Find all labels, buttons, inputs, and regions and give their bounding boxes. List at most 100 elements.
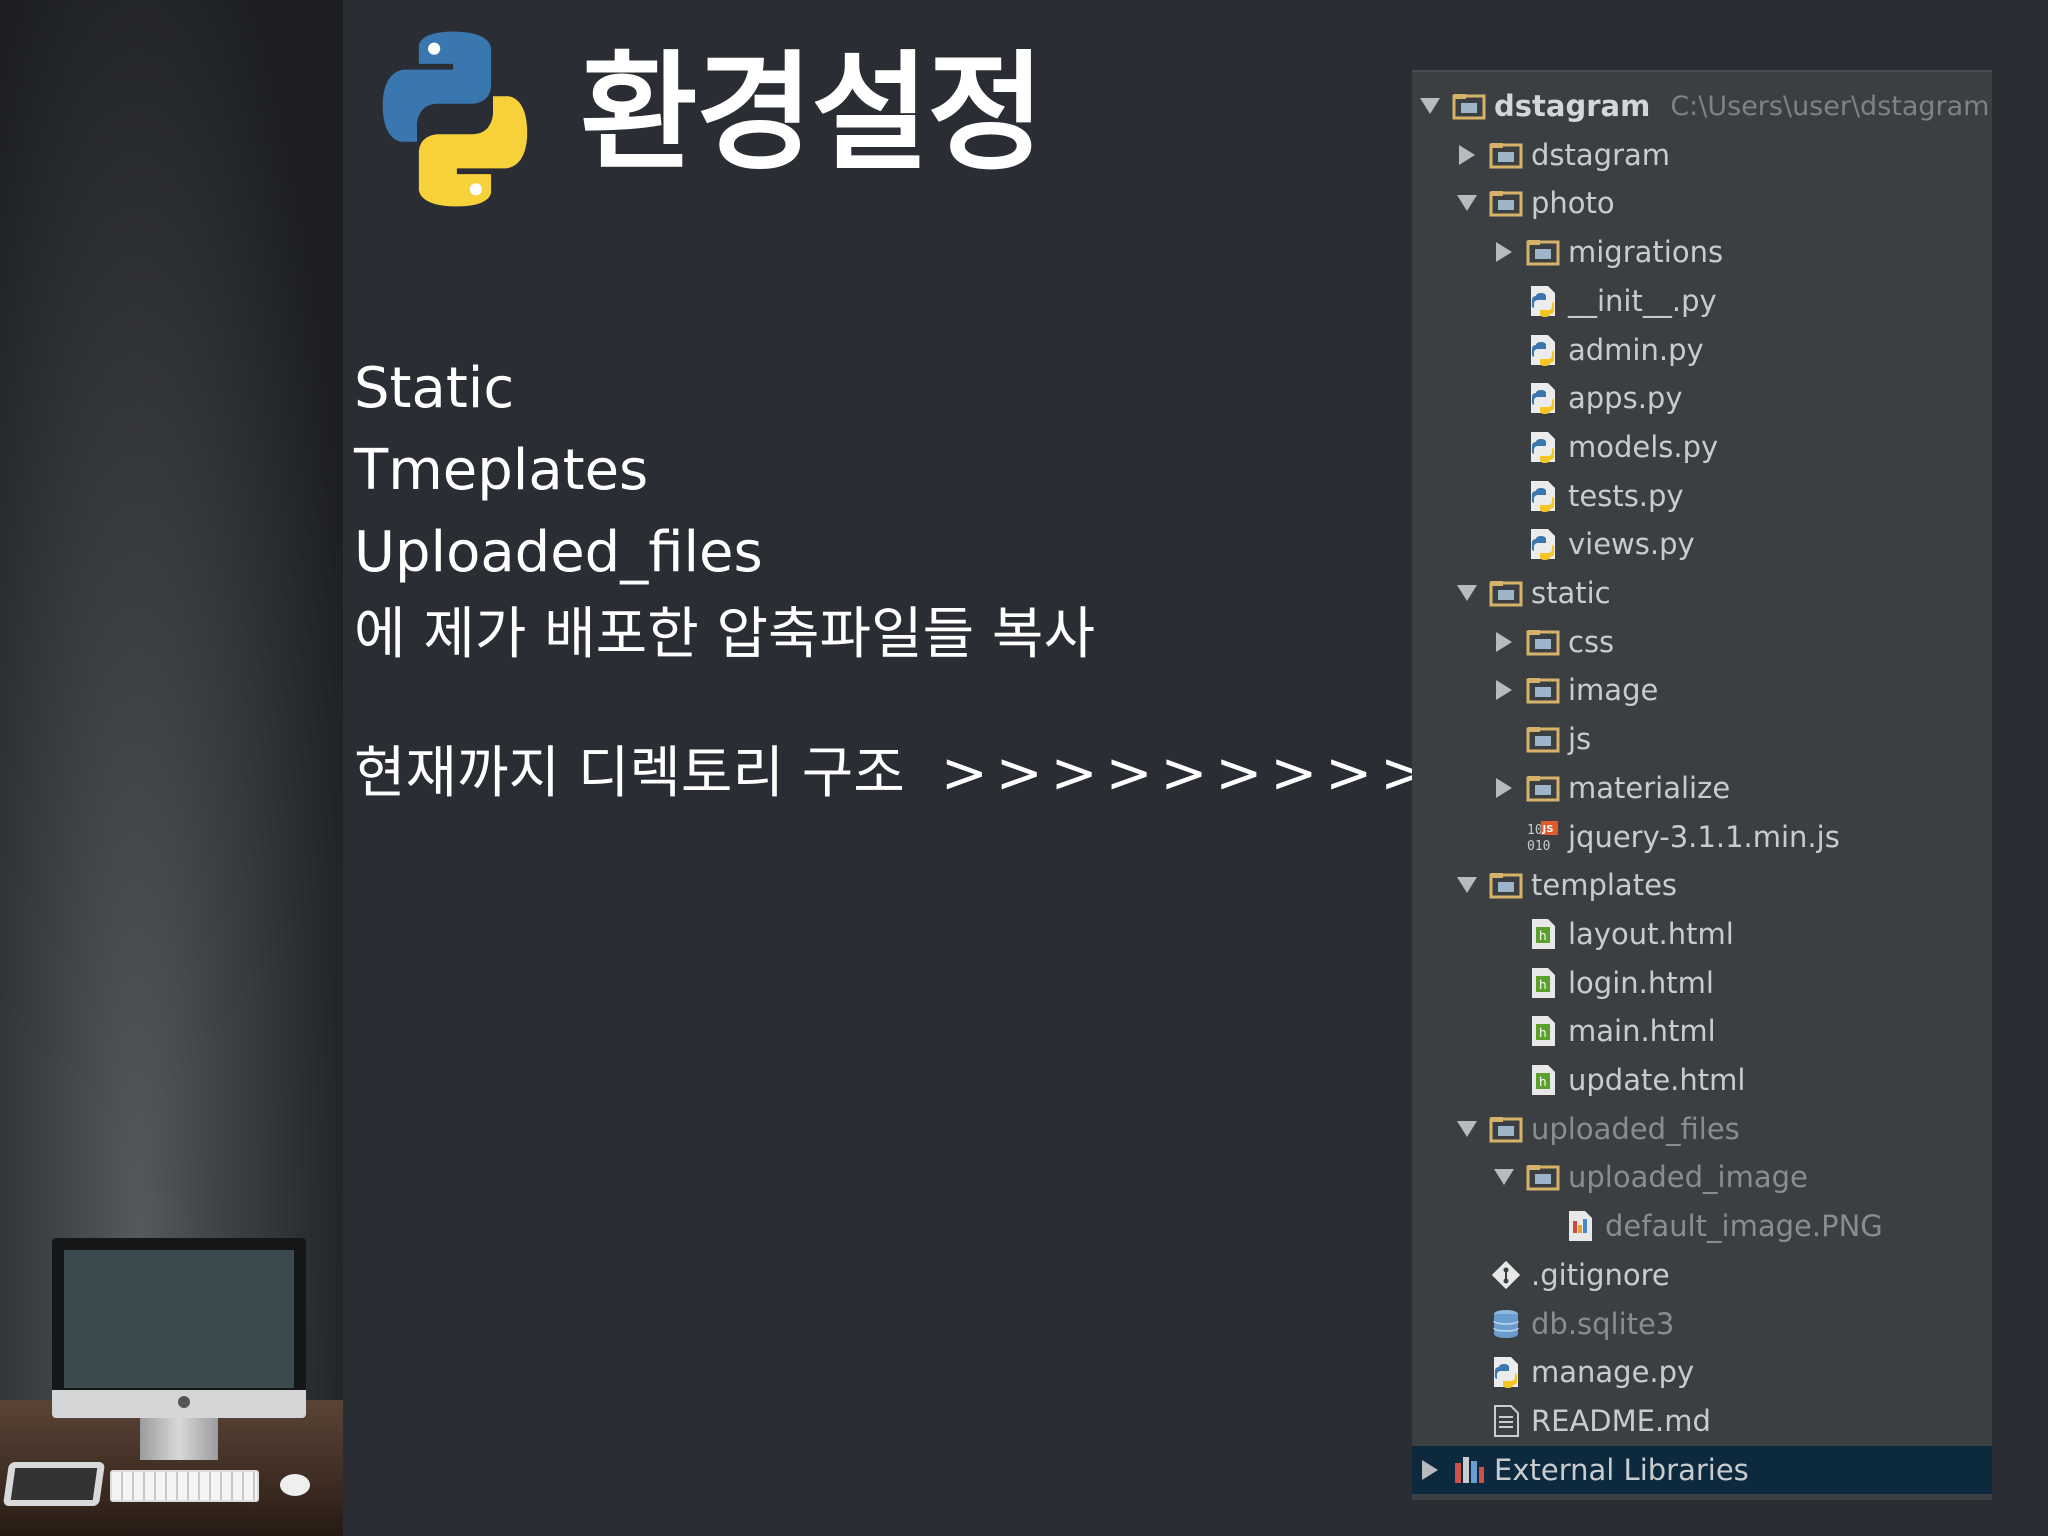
tree-item[interactable]: materialize: [1412, 764, 1992, 812]
project-tree-panel[interactable]: dstagram C:\Users\user\dstagram dstagram…: [1412, 70, 1992, 1500]
collapse-arrow-icon[interactable]: [1455, 581, 1479, 605]
tree-item[interactable]: uploaded_files: [1412, 1105, 1992, 1153]
git-icon: [1489, 1258, 1523, 1292]
expand-arrow-icon[interactable]: [1492, 240, 1516, 264]
html-file-icon: h: [1526, 1014, 1560, 1048]
collapse-arrow-icon[interactable]: [1455, 1117, 1479, 1141]
collapse-arrow-icon[interactable]: [1455, 191, 1479, 215]
mouse: [280, 1474, 310, 1496]
imac-stand: [140, 1418, 218, 1460]
tree-item-label: login.html: [1568, 965, 1714, 1000]
instruction-line: Uploaded_files: [354, 520, 763, 585]
html-file-icon: h: [1526, 966, 1560, 1000]
tree-item[interactable]: static: [1412, 569, 1992, 617]
tree-item[interactable]: apps.py: [1412, 374, 1992, 422]
folder-icon: [1526, 1160, 1560, 1194]
folder-icon: [1452, 89, 1486, 123]
tree-item-label: manage.py: [1531, 1355, 1695, 1390]
tree-item[interactable]: 10 010 JS jquery-3.1.1.min.js: [1412, 813, 1992, 861]
tree-item[interactable]: db.sqlite3: [1412, 1300, 1992, 1348]
tree-item[interactable]: dstagram: [1412, 131, 1992, 179]
tree-item[interactable]: External Libraries: [1412, 1445, 1992, 1494]
folder-icon: [1489, 138, 1523, 172]
tree-item[interactable]: h update.html: [1412, 1056, 1992, 1104]
folder-icon: [1489, 868, 1523, 902]
html-file-icon: h: [1526, 917, 1560, 951]
collapse-arrow-icon[interactable]: [1455, 873, 1479, 897]
tree-item[interactable]: models.py: [1412, 423, 1992, 471]
tree-item-label: uploaded_files: [1531, 1111, 1740, 1146]
svg-text:10: 10: [1527, 823, 1543, 838]
tree-item[interactable]: migrations: [1412, 228, 1992, 276]
tree-item[interactable]: default_image.PNG: [1412, 1202, 1992, 1250]
tree-item[interactable]: __init__.py: [1412, 277, 1992, 325]
imac-screen: [52, 1238, 306, 1400]
folder-icon: [1489, 1112, 1523, 1146]
tree-item-label: js: [1568, 722, 1592, 757]
tree-item[interactable]: tests.py: [1412, 472, 1992, 520]
tree-item-label: External Libraries: [1494, 1452, 1749, 1487]
tree-item[interactable]: admin.py: [1412, 326, 1992, 374]
tree-item-label: photo: [1531, 186, 1615, 221]
expand-arrow-icon[interactable]: [1455, 143, 1479, 167]
python-file-icon: [1526, 430, 1560, 464]
expand-arrow-icon[interactable]: [1418, 1458, 1442, 1482]
tree-item-label: dstagram: [1531, 137, 1671, 172]
tree-item[interactable]: image: [1412, 666, 1992, 714]
svg-text:010: 010: [1527, 839, 1550, 854]
html-file-icon: h: [1526, 1063, 1560, 1097]
tree-item[interactable]: photo: [1412, 179, 1992, 227]
svg-text:h: h: [1539, 929, 1547, 943]
tree-item[interactable]: README.md: [1412, 1397, 1992, 1445]
tree-item-label: css: [1568, 624, 1615, 659]
python-file-icon: [1489, 1355, 1523, 1389]
tree-item-label: main.html: [1568, 1014, 1716, 1049]
structure-caption: 현재까지 디렉토리 구조 >>>>>>>>>: [354, 728, 1435, 809]
tree-item-label: image: [1568, 673, 1659, 708]
tree-item[interactable]: views.py: [1412, 520, 1992, 568]
tree-item[interactable]: css: [1412, 618, 1992, 666]
tree-item-label: .gitignore: [1531, 1257, 1670, 1292]
tree-item[interactable]: .gitignore: [1412, 1251, 1992, 1299]
folder-icon: [1526, 625, 1560, 659]
tree-item-label: static: [1531, 576, 1611, 610]
expand-arrow-icon[interactable]: [1418, 94, 1442, 118]
tree-item[interactable]: h layout.html: [1412, 910, 1992, 958]
svg-text:JS: JS: [1542, 824, 1554, 835]
expand-arrow-icon[interactable]: [1492, 630, 1516, 654]
tree-item-label: jquery-3.1.1.min.js: [1568, 819, 1840, 854]
tree-item-label: update.html: [1568, 1063, 1746, 1097]
instruction-line: 에 제가 배포한 압축파일들 복사: [354, 602, 1095, 667]
tree-item[interactable]: js: [1412, 715, 1992, 763]
python-file-icon: [1526, 479, 1560, 513]
tree-item[interactable]: templates: [1412, 861, 1992, 909]
python-file-icon: [1526, 333, 1560, 367]
library-icon: [1452, 1453, 1486, 1487]
svg-text:h: h: [1539, 978, 1547, 992]
python-file-icon: [1526, 284, 1560, 318]
tree-item-label: layout.html: [1568, 916, 1734, 951]
tree-root-path: C:\Users\user\dstagram: [1670, 90, 1990, 122]
tree-item-label: db.sqlite3: [1531, 1306, 1675, 1341]
desk-photo: [0, 0, 343, 1536]
folder-icon: [1526, 673, 1560, 707]
python-file-icon: [1526, 381, 1560, 415]
text-file-icon: [1489, 1404, 1523, 1438]
tree-item-label: uploaded_image: [1568, 1160, 1808, 1195]
tree-root-label: dstagram: [1494, 89, 1651, 123]
expand-arrow-icon[interactable]: [1492, 776, 1516, 800]
folder-icon: [1526, 722, 1560, 756]
tree-item[interactable]: h login.html: [1412, 959, 1992, 1007]
python-logo-icon: [382, 31, 528, 207]
tree-item-label: README.md: [1531, 1403, 1711, 1438]
expand-arrow-icon[interactable]: [1492, 678, 1516, 702]
tree-item-label: templates: [1531, 868, 1678, 903]
tree-item[interactable]: uploaded_image: [1412, 1153, 1992, 1201]
tree-item[interactable]: manage.py: [1412, 1348, 1992, 1396]
collapse-arrow-icon[interactable]: [1492, 1165, 1516, 1189]
folder-icon: [1526, 771, 1560, 805]
tree-root[interactable]: dstagram C:\Users\user\dstagram: [1412, 82, 1992, 130]
instruction-text: Static Tmeplates Uploaded_files 에 제가 배포한…: [354, 348, 1095, 676]
tree-item[interactable]: h main.html: [1412, 1007, 1992, 1055]
tree-item-label: tests.py: [1568, 478, 1684, 513]
